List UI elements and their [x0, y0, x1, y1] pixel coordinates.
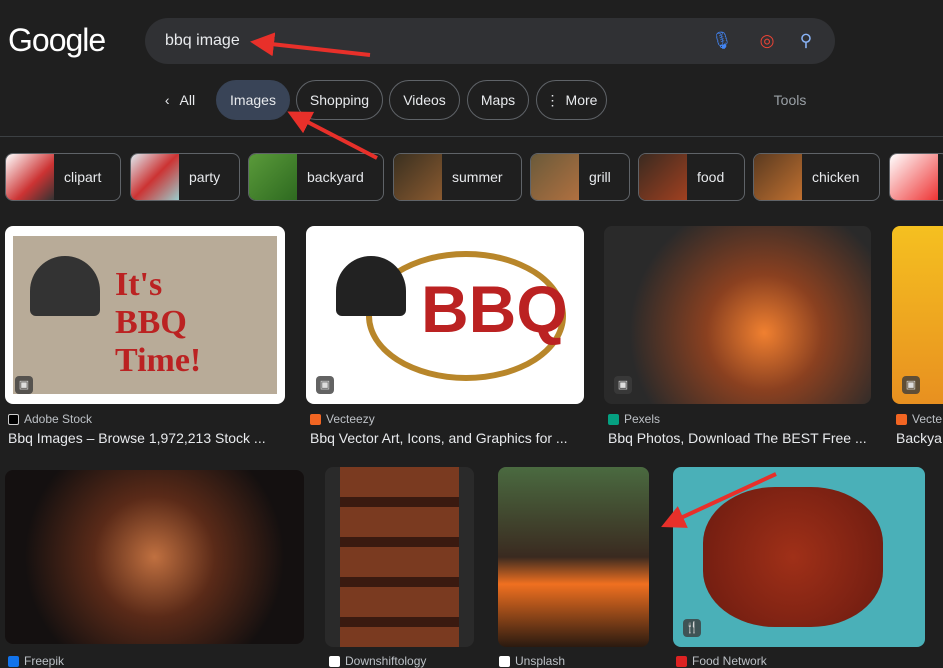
annotation-arrows	[250, 32, 777, 528]
annotation-arrow	[250, 32, 371, 57]
annotation-arrow	[287, 111, 378, 160]
annotation-arrow	[661, 472, 777, 528]
